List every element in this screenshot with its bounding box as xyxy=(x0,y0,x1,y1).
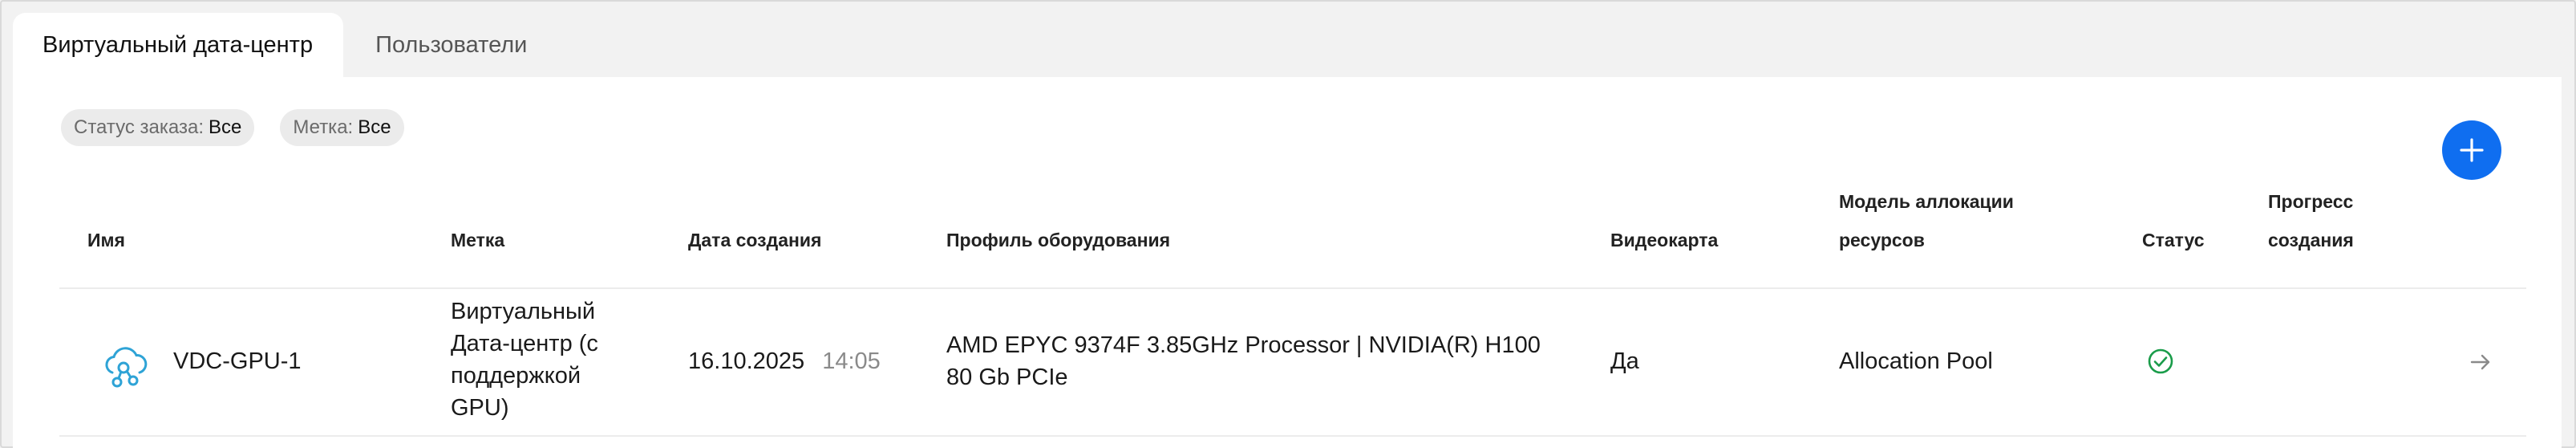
column-header-progress-line1: Прогресс xyxy=(2268,191,2354,212)
column-header-status[interactable]: Статус xyxy=(2142,221,2205,259)
row-profile-line: 80 Gb PCIe xyxy=(946,365,1068,390)
table-header: Имя Метка Дата создания Профиль оборудов… xyxy=(13,191,2562,286)
content-panel: Статус заказа: Все Метка: Все Имя Метка … xyxy=(13,77,2562,448)
table-row[interactable]: VDC-GPU-1 Виртуальный Дата-центр (с подд… xyxy=(59,289,2526,437)
row-label: Виртуальный Дата-центр (с поддержкой GPU… xyxy=(451,295,598,424)
label-filter[interactable]: Метка: Все xyxy=(280,109,404,146)
column-header-created[interactable]: Дата создания xyxy=(688,221,821,259)
row-time: 14:05 xyxy=(822,348,881,374)
row-profile-line: AMD EPYC 9374F 3.85GHz Processor | NVIDI… xyxy=(946,332,1541,358)
column-header-allocation[interactable]: Модель аллокации ресурсов xyxy=(1839,182,2014,259)
add-button[interactable] xyxy=(2442,120,2501,180)
row-date: 16.10.2025 xyxy=(688,348,805,374)
filter-label: Метка: xyxy=(293,116,354,138)
column-header-name[interactable]: Имя xyxy=(87,221,125,259)
column-header-allocation-line2: ресурсов xyxy=(1839,230,1925,250)
tab-users[interactable]: Пользователи xyxy=(343,13,559,77)
check-circle-icon xyxy=(2147,348,2174,375)
row-label-line: поддержкой xyxy=(451,363,581,389)
row-allocation: Allocation Pool xyxy=(1839,348,1993,374)
column-header-label[interactable]: Метка xyxy=(451,221,504,259)
column-header-progress[interactable]: Прогресс создания xyxy=(2268,182,2354,259)
row-name[interactable]: VDC-GPU-1 xyxy=(173,345,302,377)
filter-label: Статус заказа: xyxy=(74,116,205,138)
column-header-profile[interactable]: Профиль оборудования xyxy=(946,221,1170,259)
cloud-network-icon xyxy=(99,340,151,392)
filter-value: Все xyxy=(209,116,242,138)
column-header-progress-line2: создания xyxy=(2268,230,2354,250)
tab-label: Пользователи xyxy=(375,31,528,58)
row-label-line: GPU) xyxy=(451,395,509,421)
tab-virtual-datacenter[interactable]: Виртуальный дата-центр xyxy=(13,13,344,77)
order-status-filter[interactable]: Статус заказа: Все xyxy=(61,109,255,146)
plus-icon xyxy=(2460,138,2484,162)
column-header-gpu[interactable]: Видеокарта xyxy=(1610,221,1718,259)
filter-value: Все xyxy=(358,116,391,138)
tab-label: Виртуальный дата-центр xyxy=(43,31,314,58)
filter-bar: Статус заказа: Все Метка: Все xyxy=(61,109,404,146)
column-header-allocation-line1: Модель аллокации xyxy=(1839,191,2014,212)
row-label-line: Виртуальный xyxy=(451,299,596,324)
arrow-right-icon[interactable] xyxy=(2469,350,2493,374)
row-created: 16.10.2025 14:05 xyxy=(688,345,881,377)
row-gpu: Да xyxy=(1610,348,1639,374)
tab-bar: Виртуальный дата-центр Пользователи xyxy=(13,13,559,77)
row-profile: AMD EPYC 9374F 3.85GHz Processor | NVIDI… xyxy=(946,329,1541,393)
row-label-line: Дата-центр (с xyxy=(451,331,598,356)
